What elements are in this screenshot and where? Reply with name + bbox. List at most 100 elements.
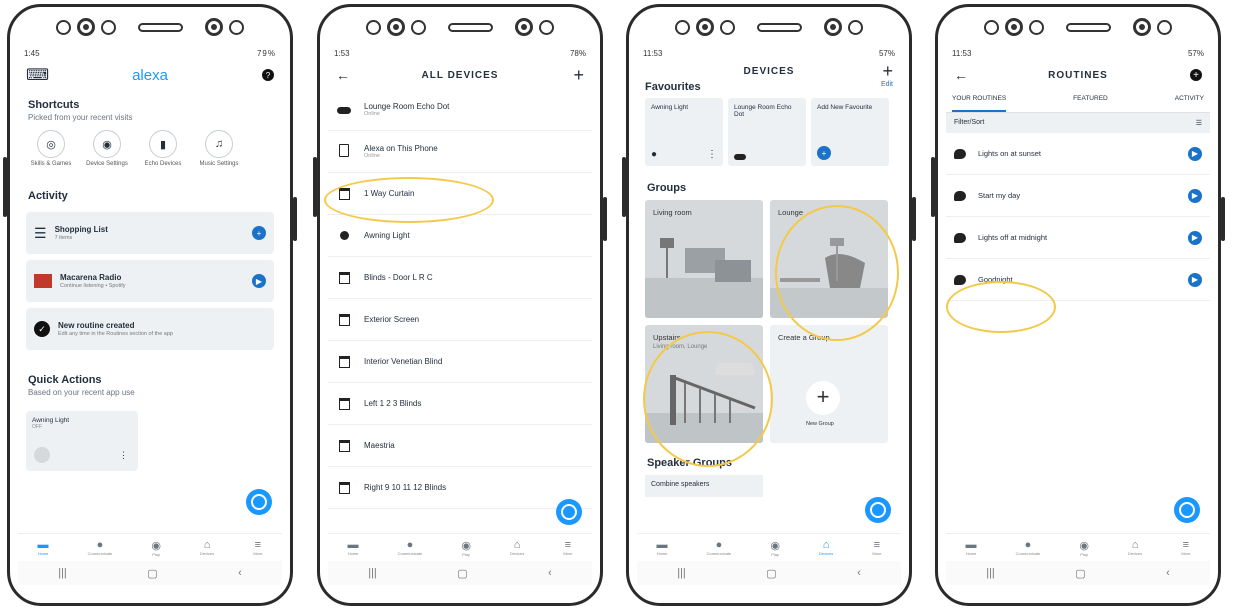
filter-sort-bar[interactable]: Filter/Sort ☰ — [946, 113, 1210, 133]
combine-speakers-card[interactable]: Combine speakers — [645, 475, 763, 497]
play-icon[interactable]: ▶ — [1188, 230, 1202, 245]
shortcut-echo-devices[interactable]: ▮ Echo Devices — [140, 130, 186, 168]
favourite-echo-dot[interactable]: Lounge Room Echo Dot — [728, 98, 806, 166]
tab-activity[interactable]: ACTIVITY — [1175, 95, 1204, 112]
nav-communicate[interactable]: ● Communicate — [88, 539, 113, 556]
home-button-icon[interactable]: ▢ — [147, 567, 157, 580]
activity-card-routine[interactable]: ✓ New routine created Edit any time in th… — [26, 308, 274, 351]
nav-home[interactable]: ▬ Home — [657, 539, 668, 556]
nav-more[interactable]: ≡ More — [253, 539, 262, 556]
list-item[interactable]: Alexa on This Phone Online — [328, 131, 592, 173]
menu-icon: ≡ — [873, 539, 881, 551]
list-item[interactable]: 1 Way Curtain — [328, 173, 592, 215]
favourite-awning-light[interactable]: Awning Light ● ⋮ — [645, 98, 723, 166]
plus-icon[interactable]: + — [806, 381, 840, 415]
tab-your-routines[interactable]: YOUR ROUTINES — [952, 95, 1007, 112]
play-icon[interactable]: ▶ — [1188, 188, 1202, 203]
list-item[interactable]: Maestria — [328, 425, 592, 467]
add-device-icon[interactable]: + — [882, 61, 893, 82]
nav-more[interactable]: ≡ More — [872, 539, 881, 556]
recents-icon[interactable]: ||| — [677, 567, 686, 579]
home-icon: ▬ — [656, 539, 668, 551]
group-living-room[interactable]: Living room — [645, 200, 763, 318]
group-create[interactable]: Create a Group + New Group — [770, 325, 888, 443]
favourite-add-new[interactable]: Add New Favourite + — [811, 98, 889, 166]
recents-icon[interactable]: ||| — [368, 567, 377, 579]
nav-more[interactable]: ≡ More — [563, 539, 572, 556]
sensor-icon — [56, 19, 71, 35]
play-icon[interactable]: ▶ — [252, 274, 266, 289]
recents-icon[interactable]: ||| — [58, 567, 67, 579]
quick-action-card[interactable]: Awning Light OFF ⋮ — [26, 411, 138, 472]
routine-name: Lights off at midnight — [978, 233, 1048, 242]
list-item[interactable]: Interior Venetian Blind — [328, 341, 592, 383]
shortcut-music-settings[interactable]: ♫ Music Settings — [196, 130, 242, 168]
list-item[interactable]: Awning Light — [328, 215, 592, 257]
nav-devices[interactable]: ⌂ Devices — [200, 539, 214, 556]
list-item[interactable]: Blinds - Door L R C — [328, 257, 592, 299]
sort-icon[interactable]: ☰ — [1196, 119, 1202, 127]
alexa-voice-button[interactable] — [246, 489, 272, 515]
list-item[interactable]: Exterior Screen — [328, 299, 592, 341]
nav-home[interactable]: ▬ Home — [38, 539, 49, 556]
group-name: Lounge — [778, 208, 804, 217]
routine-icon — [954, 190, 966, 201]
back-icon[interactable]: ‹ — [238, 567, 242, 579]
list-item[interactable]: Lights off at midnight ▶ — [946, 217, 1210, 259]
activity-card-radio[interactable]: Macarena Radio Continue listening • Spoti… — [26, 260, 274, 303]
add-routine-icon[interactable]: + — [1190, 69, 1202, 81]
list-item[interactable]: Lights on at sunset ▶ — [946, 133, 1210, 175]
back-arrow-icon[interactable]: ← — [954, 67, 968, 83]
group-upstairs[interactable]: Upstairs Living room, Lounge — [645, 325, 763, 443]
shortcut-device-settings[interactable]: ◉ Device Settings — [84, 130, 130, 168]
alexa-voice-button[interactable] — [1174, 497, 1200, 523]
nav-play[interactable]: ◉ Play — [770, 539, 780, 557]
favourite-label: Add New Favourite — [817, 104, 873, 111]
more-icon[interactable]: ⋮ — [119, 450, 128, 461]
add-icon[interactable]: + — [817, 146, 831, 160]
nav-communicate[interactable]: ● Communicate — [398, 539, 423, 556]
nav-devices[interactable]: ⌂ Devices — [1128, 539, 1142, 556]
tab-featured[interactable]: FEATURED — [1073, 95, 1108, 112]
nav-more[interactable]: ≡ More — [1181, 539, 1190, 556]
activity-card-shopping-list[interactable]: ☰ Shopping List 7 items + — [26, 212, 274, 255]
nav-home[interactable]: ▬ Home — [966, 539, 977, 556]
nav-devices[interactable]: ⌂ Devices — [510, 539, 524, 556]
nav-devices[interactable]: ⌂ Devices — [819, 539, 833, 556]
list-item[interactable]: Lounge Room Echo Dot Online — [328, 89, 592, 131]
shortcuts-heading: Shortcuts — [28, 99, 80, 111]
nav-play[interactable]: ◉ Play — [461, 539, 471, 557]
play-icon[interactable]: ▶ — [1188, 146, 1202, 161]
check-icon: ✓ — [34, 321, 50, 338]
list-item[interactable]: Left 1 2 3 Blinds — [328, 383, 592, 425]
home-button-icon[interactable]: ▢ — [1075, 567, 1085, 580]
bottom-nav: ▬ Home ● Communicate ◉ Play ⌂ Devices ≡ More — [946, 533, 1210, 561]
add-device-icon[interactable]: + — [573, 65, 584, 86]
play-icon: ◉ — [1079, 539, 1089, 552]
phone-top-hardware — [629, 15, 909, 39]
list-item[interactable]: Right 9 10 11 12 Blinds — [328, 467, 592, 509]
play-icon[interactable]: ▶ — [1188, 272, 1202, 287]
nav-play[interactable]: ◉ Play — [1079, 539, 1089, 557]
home-button-icon[interactable]: ▢ — [766, 567, 776, 580]
list-item[interactable]: Goodnight ▶ — [946, 259, 1210, 301]
list-item[interactable]: Start my day ▶ — [946, 175, 1210, 217]
device-status: Online — [364, 153, 380, 159]
nav-communicate[interactable]: ● Communicate — [1016, 539, 1041, 556]
edit-link[interactable]: Edit — [881, 81, 893, 93]
back-arrow-icon[interactable]: ← — [336, 67, 350, 83]
home-button-icon[interactable]: ▢ — [457, 567, 467, 580]
shortcut-skills[interactable]: ◎ Skills & Games — [28, 130, 74, 168]
alexa-voice-button[interactable] — [556, 499, 582, 525]
group-lounge[interactable]: Lounge — [770, 200, 888, 318]
recents-icon[interactable]: ||| — [986, 567, 995, 579]
alexa-voice-button[interactable] — [865, 497, 891, 523]
nav-play[interactable]: ◉ Play — [151, 539, 161, 557]
back-icon[interactable]: ‹ — [857, 567, 861, 579]
back-icon[interactable]: ‹ — [548, 567, 552, 579]
nav-home[interactable]: ▬ Home — [348, 539, 359, 556]
nav-communicate[interactable]: ● Communicate — [707, 539, 732, 556]
back-icon[interactable]: ‹ — [1166, 567, 1170, 579]
add-icon[interactable]: + — [252, 226, 266, 241]
more-icon[interactable]: ⋮ — [707, 149, 717, 160]
